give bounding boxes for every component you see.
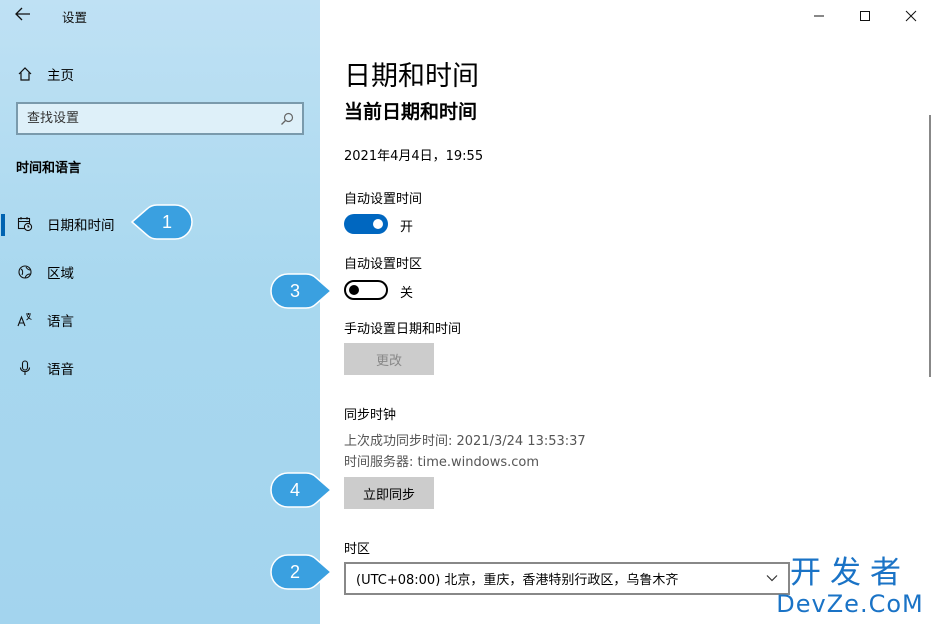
title-bar: 设置 (0, 0, 320, 32)
language-icon (16, 312, 34, 328)
minimize-button[interactable] (796, 0, 842, 32)
callout-number: 2 (289, 561, 300, 582)
search-input[interactable] (27, 111, 267, 126)
sidebar-item-label: 语言 (47, 314, 74, 330)
close-button[interactable] (888, 0, 934, 32)
back-arrow-icon (15, 7, 31, 25)
auto-time-state: 开 (400, 220, 414, 235)
toggle-knob (349, 285, 359, 295)
toggle-knob (373, 219, 383, 229)
callout-4: 4 (270, 471, 332, 509)
sidebar-item-label: 语音 (47, 362, 74, 378)
close-icon (905, 7, 917, 26)
back-button[interactable] (0, 0, 46, 32)
nav-home-label: 主页 (47, 68, 74, 84)
selection-indicator (1, 214, 5, 236)
callout-number: 4 (289, 479, 300, 500)
watermark: 开发者 DevZe.CoM (770, 556, 930, 618)
page-title: 日期和时间 (344, 61, 479, 92)
maximize-button[interactable] (842, 0, 888, 32)
content-pane: 日期和时间 当前日期和时间 2021年4月4日，19:55 自动设置时间 开 自… (320, 0, 934, 624)
window-controls (796, 0, 934, 32)
timezone-value: (UTC+08:00) 北京，重庆，香港特别行政区，乌鲁木齐 (356, 573, 679, 588)
nav-home[interactable]: 主页 (0, 56, 320, 92)
callout-number: 3 (289, 280, 300, 301)
watermark-bottom: DevZe.CoM (776, 590, 924, 618)
change-button[interactable]: 更改 (344, 343, 434, 375)
globe-icon (16, 264, 34, 280)
sidebar-item-label: 区域 (47, 266, 74, 282)
sync-now-button[interactable]: 立即同步 (344, 477, 434, 509)
current-datetime-heading: 当前日期和时间 (344, 101, 478, 123)
section-heading: 时间和语言 (16, 161, 82, 176)
minimize-icon (813, 7, 825, 26)
calendar-clock-icon (16, 216, 34, 232)
search-icon[interactable] (280, 112, 294, 126)
timezone-dropdown[interactable]: (UTC+08:00) 北京，重庆，香港特别行政区，乌鲁木齐 (344, 562, 790, 595)
auto-time-toggle[interactable] (344, 214, 388, 234)
scrollbar[interactable] (929, 115, 931, 377)
timezone-label: 时区 (344, 542, 371, 557)
home-icon (16, 66, 34, 82)
sidebar-item-label: 日期和时间 (47, 218, 115, 234)
last-sync-text: 上次成功同步时间: 2021/3/24 13:53:37 (344, 434, 586, 449)
manual-datetime-label: 手动设置日期和时间 (344, 322, 462, 337)
callout-number: 1 (161, 211, 172, 232)
callout-2: 2 (270, 553, 332, 591)
current-datetime-value: 2021年4月4日，19:55 (344, 149, 484, 164)
auto-timezone-toggle[interactable] (344, 280, 388, 300)
auto-timezone-state: 关 (400, 286, 414, 301)
auto-timezone-label: 自动设置时区 (344, 257, 423, 272)
app-title: 设置 (62, 9, 88, 25)
auto-time-label: 自动设置时间 (344, 192, 423, 207)
callout-1: 1 (131, 203, 193, 241)
time-server-text: 时间服务器: time.windows.com (344, 455, 540, 470)
callout-3: 3 (270, 272, 332, 310)
maximize-icon (859, 7, 871, 26)
watermark-top: 开发者 (790, 555, 910, 591)
sidebar-item-speech[interactable]: 语音 (0, 348, 320, 388)
sync-clock-heading: 同步时钟 (344, 408, 397, 423)
sidebar: 设置 主页 时间和语言 日期和时间 区域 语言 (0, 0, 320, 624)
microphone-icon (16, 360, 34, 376)
search-box[interactable] (16, 102, 304, 135)
